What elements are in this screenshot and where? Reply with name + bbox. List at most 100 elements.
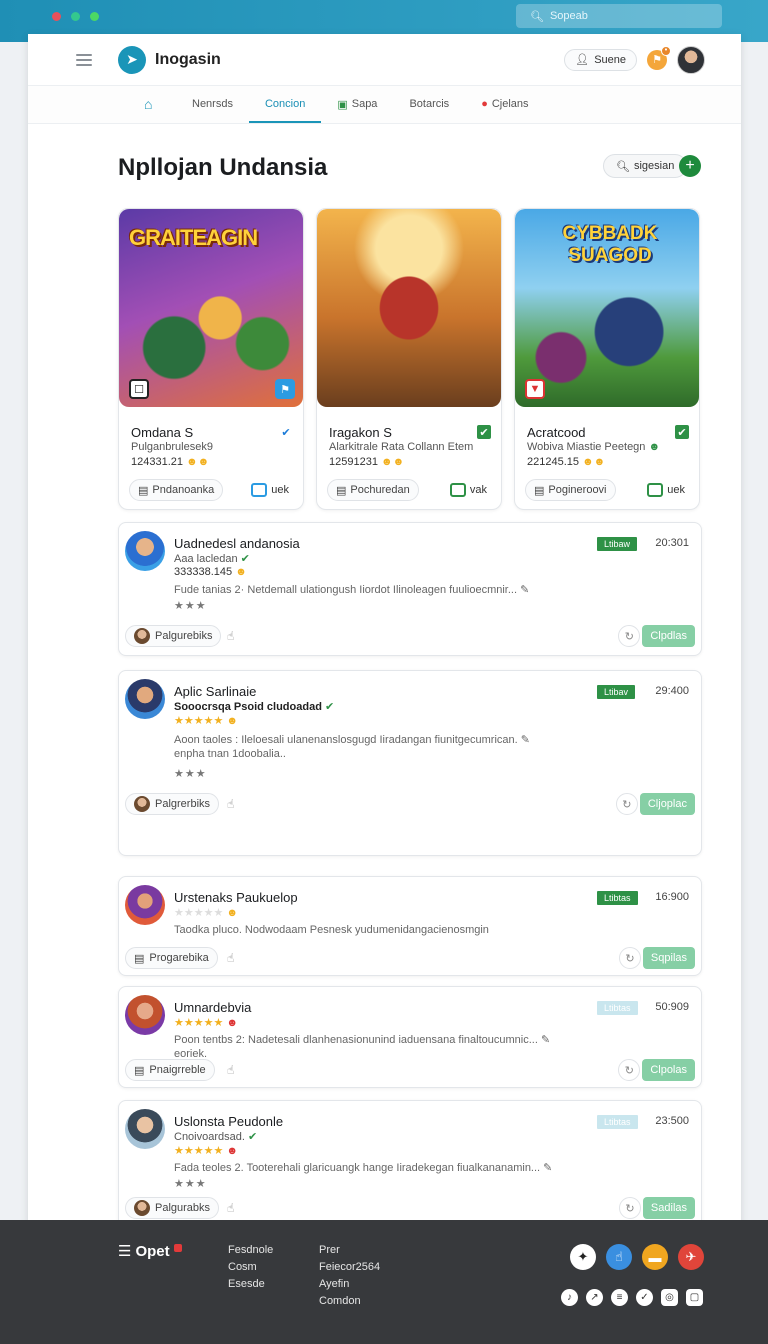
refresh-icon[interactable]: ↻ (615, 793, 638, 815)
notification-icon[interactable]: ⚑ • (647, 45, 671, 70)
browser-search-input[interactable]: 🔍︎ Sopeab (516, 4, 722, 28)
row-description-text: Fude tanias 2· Netdemall ulationgush Iio… (174, 584, 518, 596)
footer-logo-text: Opet (135, 1242, 170, 1260)
refresh-icon[interactable]: ↻ (618, 1059, 641, 1081)
footer-logo[interactable]: ☰ Opet (118, 1242, 182, 1260)
list-item[interactable]: Uadnedesl andanosia Aaa lacledan ✔ 33333… (118, 522, 702, 656)
emoji-icon: ☻☻ (582, 456, 606, 468)
maximize-dot[interactable] (90, 12, 99, 21)
avatar[interactable] (677, 45, 705, 74)
tab-cjelans[interactable]: ● Cjelans (465, 85, 544, 123)
close-dot[interactable] (52, 12, 61, 21)
card-action-label: Pogineroovi (548, 484, 607, 496)
doc-icon: ▤ (134, 952, 145, 965)
tab-nenrsds[interactable]: Nenrsds (176, 85, 249, 123)
footer-link[interactable]: Fesdnole (228, 1242, 273, 1259)
row-time: 50:909 (655, 1001, 689, 1013)
game-card[interactable]: GRAITEAGIN ☐ ⚑ Omdana S ✔ Pulganbrulesek… (118, 208, 304, 510)
refresh-icon[interactable]: ↻ (618, 625, 641, 647)
list-item[interactable]: Uslonsta Peudonle Cnoivoardsad. ✔ ★★★★★ … (118, 1100, 702, 1228)
thumbs-up-icon[interactable]: ☝ (227, 797, 234, 811)
footer-link[interactable]: Comdon (319, 1293, 380, 1310)
apply-button[interactable]: Clpolas (642, 1059, 695, 1081)
thumbs-up-icon[interactable]: ☝ (227, 629, 234, 643)
thumbs-up-icon[interactable]: ☝ (227, 1063, 234, 1077)
tab-label: Sapa (351, 98, 378, 110)
list-item[interactable]: Aplic Sarlinaie Sooocrsqa Psoid cludoada… (118, 670, 702, 856)
tab-sapa[interactable]: ▣ Sapa (321, 85, 393, 123)
camera-icon[interactable]: ◎ (661, 1289, 678, 1306)
emoji-icon: ☻ (226, 715, 238, 727)
tab-concion[interactable]: Concion (248, 85, 322, 123)
card-title: Acratcood (527, 425, 586, 440)
home-icon[interactable]: ⌂ (144, 96, 152, 112)
emoji-icon: ☻ (226, 1017, 238, 1029)
browser-search-placeholder: Sopeab (549, 10, 588, 22)
app-icon[interactable]: ✦ (570, 1244, 596, 1270)
card-subtitle-text: Wobiva Miastie Peetegn (527, 441, 646, 453)
cjelans-icon: ● (481, 98, 488, 110)
game-card[interactable]: Iragakon S ✔ Alarkitrale Rata Collann Et… (316, 208, 502, 510)
doc-icon: ▤ (336, 484, 347, 497)
apply-button[interactable]: Cljoplac (639, 793, 695, 815)
apply-button[interactable]: Sadilas (642, 1197, 695, 1219)
row-tag-button[interactable]: Palgurebiks (125, 625, 222, 647)
refresh-icon[interactable]: ↻ (618, 947, 641, 969)
list-icon[interactable]: ≡ (611, 1289, 628, 1306)
avatar (125, 885, 165, 925)
tab-botarcis[interactable]: Botarcis (393, 85, 465, 123)
card-action-button[interactable]: ▤ Pogineroovi (525, 479, 616, 501)
footer-link[interactable]: Cosm (228, 1259, 273, 1276)
row-subtitle: Sooocrsqa Psoid cludoadad ✔ (174, 700, 334, 713)
view-button[interactable]: vak (446, 479, 491, 501)
game-card[interactable]: CYBBADK SUAGOD ▼ Acratcood ✔ Wobiva Mias… (514, 208, 700, 510)
card-action-button[interactable]: ▤ Pndanoanka (129, 479, 224, 501)
footer-link[interactable]: Esesde (228, 1276, 273, 1293)
menu-icon[interactable] (76, 53, 92, 66)
view-icon (449, 483, 466, 497)
apply-button[interactable]: Clpdlas (642, 625, 695, 647)
main-nav: ⌂ Nenrsds Concion ▣ Sapa Botarcis ● Cjel… (28, 86, 741, 124)
thumbs-up-icon[interactable]: ☝ (606, 1244, 632, 1270)
thumbs-up-icon[interactable]: ☝ (227, 1201, 234, 1215)
header-actions: 👤︎ Suene ⚑ • (564, 45, 705, 74)
row-description: Fada teoles 2. Tooterehali glaricuangk h… (174, 1161, 574, 1175)
footer-link[interactable]: Ayefin (319, 1276, 380, 1293)
music-icon[interactable]: ♪ (561, 1289, 578, 1306)
row-name: Uslonsta Peudonle (174, 1114, 284, 1129)
row-tag-button[interactable]: ▤ Pnaigrreble (125, 1059, 215, 1081)
footer-link[interactable]: Feiecor2564 (319, 1259, 380, 1276)
list-item[interactable]: Umnardebvia ★★★★★ ☻ Poon tentbs 2: Nadet… (118, 986, 702, 1088)
row-tag-button[interactable]: Palgrerbiks (125, 793, 220, 815)
page-search-button[interactable]: 🔍︎ sigesian (603, 154, 688, 178)
add-button[interactable]: + (679, 155, 701, 177)
user-menu-button[interactable]: 👤︎ Suene (564, 48, 637, 71)
row-tag-button[interactable]: ▤ Progarebika (125, 947, 218, 969)
view-button[interactable]: uek (643, 479, 689, 501)
bookmark-icon[interactable]: ⚑ (275, 379, 295, 399)
brand-logo-icon[interactable]: ➤ (118, 45, 146, 74)
square-icon[interactable]: ▢ (686, 1289, 703, 1306)
brand-name[interactable]: Inogasin (155, 51, 221, 69)
tab-label: Botarcis (409, 98, 450, 110)
apply-button[interactable]: Sqpilas (642, 947, 695, 969)
card-action-button[interactable]: ▤ Pochuredan (327, 479, 419, 501)
link-icon[interactable]: ↗ (586, 1289, 603, 1306)
view-button[interactable]: uek (247, 479, 293, 501)
refresh-icon[interactable]: ↻ (618, 1197, 641, 1219)
list-item[interactable]: Urstenaks Paukuelop ★★★★★ ☻ Taodka pluco… (118, 876, 702, 976)
row-subtitle-text: Sooocrsqa Psoid cludoadad (174, 701, 322, 713)
check-icon[interactable]: ✓ (636, 1289, 653, 1306)
chat-icon[interactable]: ▬ (642, 1244, 668, 1270)
send-icon[interactable]: ✈ (678, 1244, 704, 1270)
thumbs-up-icon[interactable]: ☝ (227, 951, 234, 965)
game-art: CYBBADK SUAGOD ▼ (515, 209, 699, 407)
row-tag-button[interactable]: Palgurabks (125, 1197, 220, 1219)
status-badge: Ltibtas (597, 1001, 638, 1015)
footer-link[interactable]: Prer (319, 1242, 380, 1259)
row-stars: ★★★ (174, 600, 207, 612)
mini-avatar (134, 1200, 150, 1216)
card-score-value: 221245.15 (527, 456, 579, 468)
view-icon (251, 483, 268, 497)
minimize-dot[interactable] (71, 12, 80, 21)
